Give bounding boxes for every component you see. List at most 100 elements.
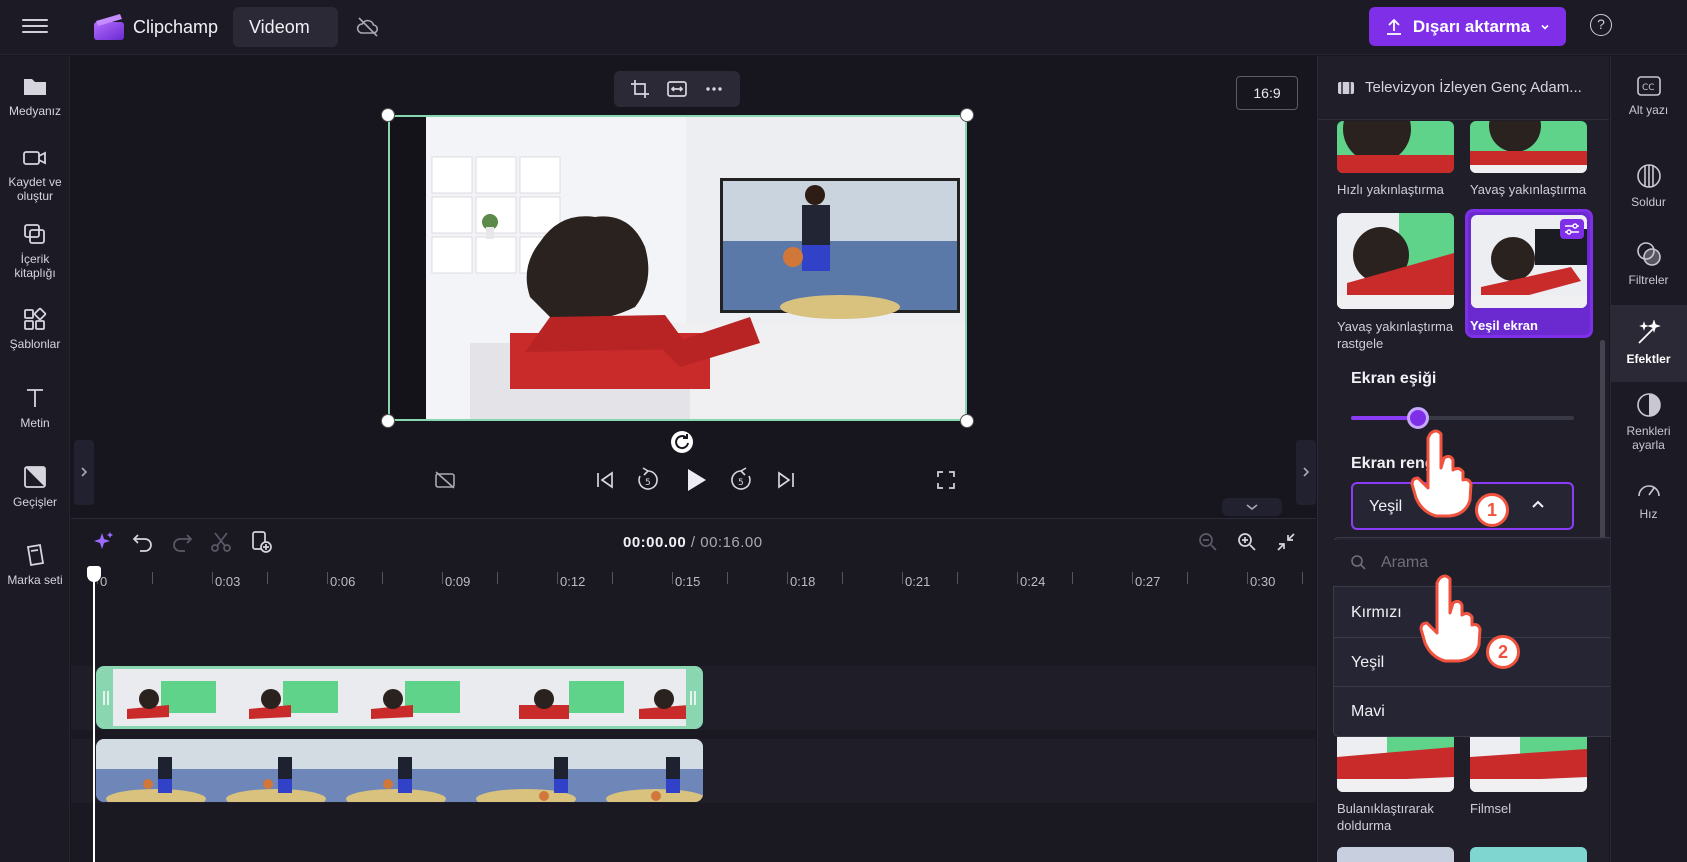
rail-item-fade[interactable]: Soldur [1610, 163, 1687, 225]
current-time: 00:00.00 [623, 534, 687, 551]
ruler-label: 0:12 [560, 574, 586, 589]
fit-timeline-icon[interactable] [1276, 532, 1296, 552]
menu-icon[interactable] [22, 15, 48, 37]
svg-text:5: 5 [738, 478, 744, 488]
pointer-hand-icon [1419, 574, 1482, 663]
zoom-out-icon[interactable] [1198, 532, 1218, 552]
resize-handle-top-left[interactable] [381, 108, 395, 122]
effect-thumb-fast-zoom[interactable] [1337, 121, 1454, 173]
threshold-label: Ekran eşiği [1351, 370, 1437, 387]
sidebar-item-label: Geçişler [12, 495, 57, 509]
effect-thumb-blur-fill[interactable] [1337, 737, 1454, 792]
timecode: 00:00.00 / 00:16.00 [623, 534, 763, 551]
undo-icon[interactable] [132, 531, 154, 553]
collapse-left-panel-button[interactable] [74, 440, 94, 505]
effect-thumb-cinematic[interactable] [1470, 737, 1587, 792]
effect-label: Bulanıklaştırarak doldurma [1337, 801, 1434, 833]
captions-icon: CC [1636, 76, 1661, 96]
rotate-icon[interactable] [671, 431, 693, 453]
panel-scrollbar[interactable] [1600, 340, 1605, 540]
rail-item-captions[interactable]: CC Alt yazı [1610, 75, 1687, 137]
sidebar-item-brand-kit[interactable]: Marka seti [0, 543, 70, 587]
fade-icon [1636, 164, 1661, 188]
fit-icon[interactable] [666, 79, 688, 99]
effect-thumb-next[interactable] [1337, 847, 1454, 862]
collapse-preview-icon[interactable] [1222, 498, 1282, 516]
timeline-ruler: 0 0:03 0:06 0:09 0:12 0:15 0:18 0:21 0:2… [93, 568, 1316, 596]
settings-sliders-icon[interactable] [1560, 219, 1584, 239]
project-name-field[interactable]: Videom [233, 7, 338, 47]
export-button[interactable]: Dışarı aktarma [1369, 7, 1566, 46]
resize-handle-top-right[interactable] [960, 108, 974, 122]
crop-icon[interactable] [630, 79, 650, 99]
magic-sparkle-icon[interactable] [93, 531, 115, 553]
collapse-right-panel-button[interactable] [1296, 440, 1316, 505]
cloud-off-icon[interactable] [356, 15, 380, 39]
fullscreen-icon[interactable] [936, 470, 956, 490]
more-options-icon[interactable] [704, 79, 724, 99]
effect-preview [1337, 737, 1454, 792]
dropdown-option-red[interactable]: Kırmızı [1351, 604, 1402, 622]
sidebar-item-label: Marka seti [7, 573, 63, 587]
effect-label: Yeşil ekran [1470, 318, 1538, 333]
step-badge: 2 [1486, 635, 1520, 669]
play-icon[interactable] [684, 467, 708, 493]
add-media-icon[interactable] [250, 530, 272, 554]
sidebar-item-text[interactable]: Metin [0, 386, 70, 430]
rail-item-speed[interactable]: Hız [1610, 477, 1687, 539]
split-icon[interactable] [210, 531, 232, 553]
sidebar-item-media[interactable]: Medyanız [0, 74, 70, 118]
sidebar-item-content-library[interactable]: İçerik kitaplığı [0, 222, 70, 280]
sidebar-item-label: İçerik kitaplığı [14, 252, 56, 280]
upload-icon [1386, 18, 1401, 35]
step-badge: 1 [1475, 493, 1509, 527]
search-icon [1351, 555, 1366, 570]
green-screen-clip[interactable] [96, 666, 703, 729]
rewind-5-icon[interactable]: 5 [636, 467, 660, 493]
sidebar-item-templates[interactable]: Şablonlar [0, 307, 70, 351]
dropdown-option-green[interactable]: Yeşil [1351, 654, 1384, 672]
ruler-label: 0:24 [1020, 574, 1046, 589]
sliders-icon [1565, 223, 1579, 235]
effect-preview [1470, 737, 1587, 792]
effect-thumb-slow-zoom[interactable] [1470, 121, 1587, 173]
sidebar-item-transitions[interactable]: Geçişler [0, 465, 70, 509]
rail-item-label: Efektler [1626, 352, 1671, 366]
video-frame [390, 117, 965, 419]
rail-item-label: Alt yazı [1628, 103, 1669, 117]
basketball-clip[interactable] [96, 739, 703, 802]
hide-preview-icon[interactable] [434, 470, 456, 490]
playhead[interactable] [93, 566, 95, 862]
playhead-handle[interactable] [87, 566, 101, 582]
rail-item-effects[interactable]: Efektler [1610, 305, 1687, 382]
effect-label: Hızlı yakınlaştırma [1337, 182, 1444, 197]
templates-icon [24, 307, 47, 330]
threshold-slider-thumb[interactable] [1406, 407, 1429, 429]
zoom-in-icon[interactable] [1237, 532, 1257, 552]
skip-forward-icon[interactable] [776, 470, 796, 490]
rail-item-adjust-colors[interactable]: Renkleri ayarla [1610, 392, 1687, 454]
ruler-label: 0:03 [215, 574, 241, 589]
redo-icon[interactable] [171, 531, 193, 553]
text-icon [27, 389, 43, 407]
skip-back-icon[interactable] [595, 470, 615, 490]
rail-item-label: Renkleri ayarla [1626, 424, 1671, 452]
resize-handle-bottom-right[interactable] [960, 414, 974, 428]
help-icon[interactable]: ? [1590, 14, 1612, 36]
ruler-label: 0 [100, 574, 108, 589]
forward-5-icon[interactable]: 5 [729, 467, 753, 493]
aspect-ratio-button[interactable]: 16:9 [1236, 76, 1298, 110]
camera-icon [23, 151, 46, 165]
effect-thumb-next[interactable] [1470, 847, 1587, 862]
effect-thumb-slow-zoom-random[interactable] [1337, 213, 1454, 309]
content-library-icon [24, 224, 45, 244]
sidebar-item-record[interactable]: Kaydet ve oluştur [0, 147, 70, 203]
rail-item-filters[interactable]: Filtreler [1610, 241, 1687, 303]
rail-item-label: Filtreler [1628, 273, 1669, 287]
effect-preview [1337, 213, 1454, 309]
resize-handle-bottom-left[interactable] [381, 414, 395, 428]
adjust-colors-icon [1636, 393, 1661, 417]
dropdown-option-blue[interactable]: Mavi [1351, 703, 1385, 721]
clip-thumbnails [99, 669, 700, 726]
video-canvas[interactable] [388, 115, 967, 421]
